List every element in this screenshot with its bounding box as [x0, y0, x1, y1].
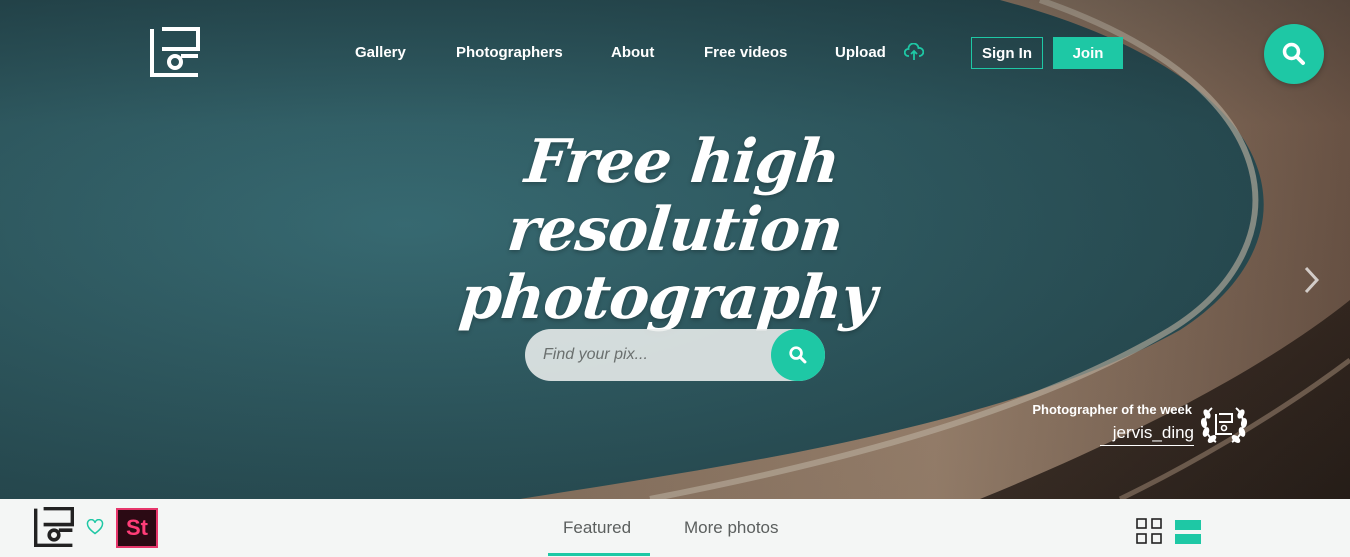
hero-headline-line1: Free high resolution	[504, 127, 846, 265]
tab-featured[interactable]: Featured	[563, 518, 631, 538]
hero-headline: Free high resolution photography	[364, 127, 985, 333]
hero-headline-line2: photography	[456, 263, 880, 333]
list-view-icon[interactable]	[1175, 519, 1201, 545]
pixabay-logo-icon[interactable]	[150, 27, 200, 77]
search-button[interactable]	[1264, 24, 1324, 84]
search-input[interactable]	[543, 329, 773, 381]
adobe-stock-badge[interactable]: St	[116, 508, 158, 548]
chevron-right-icon[interactable]	[1300, 264, 1322, 296]
bottom-toolbar: St Featured More photos	[0, 499, 1350, 557]
laurel-wreath-icon	[1200, 407, 1248, 443]
hero-search-bar	[525, 329, 825, 381]
nav-free-videos[interactable]: Free videos	[704, 44, 787, 61]
tab-more-photos[interactable]: More photos	[684, 518, 779, 538]
heart-icon[interactable]	[86, 519, 104, 535]
nav-gallery[interactable]: Gallery	[355, 44, 406, 61]
nav-upload[interactable]: Upload	[835, 44, 886, 61]
search-icon	[789, 346, 807, 364]
nav-about[interactable]: About	[611, 44, 654, 61]
photographer-of-week-name[interactable]: jervis_ding	[1100, 423, 1194, 446]
cloud-upload-icon[interactable]	[904, 43, 924, 61]
join-button[interactable]: Join	[1053, 37, 1123, 69]
photographer-of-week-label: Photographer of the week	[1032, 402, 1192, 417]
nav-photographers[interactable]: Photographers	[456, 44, 563, 61]
sign-in-button[interactable]: Sign In	[971, 37, 1043, 69]
grid-view-icon[interactable]	[1136, 518, 1162, 544]
search-icon	[1282, 42, 1305, 65]
search-submit-button[interactable]	[771, 329, 825, 381]
active-tab-indicator	[548, 553, 650, 556]
pixabay-logo-icon[interactable]	[34, 507, 74, 547]
